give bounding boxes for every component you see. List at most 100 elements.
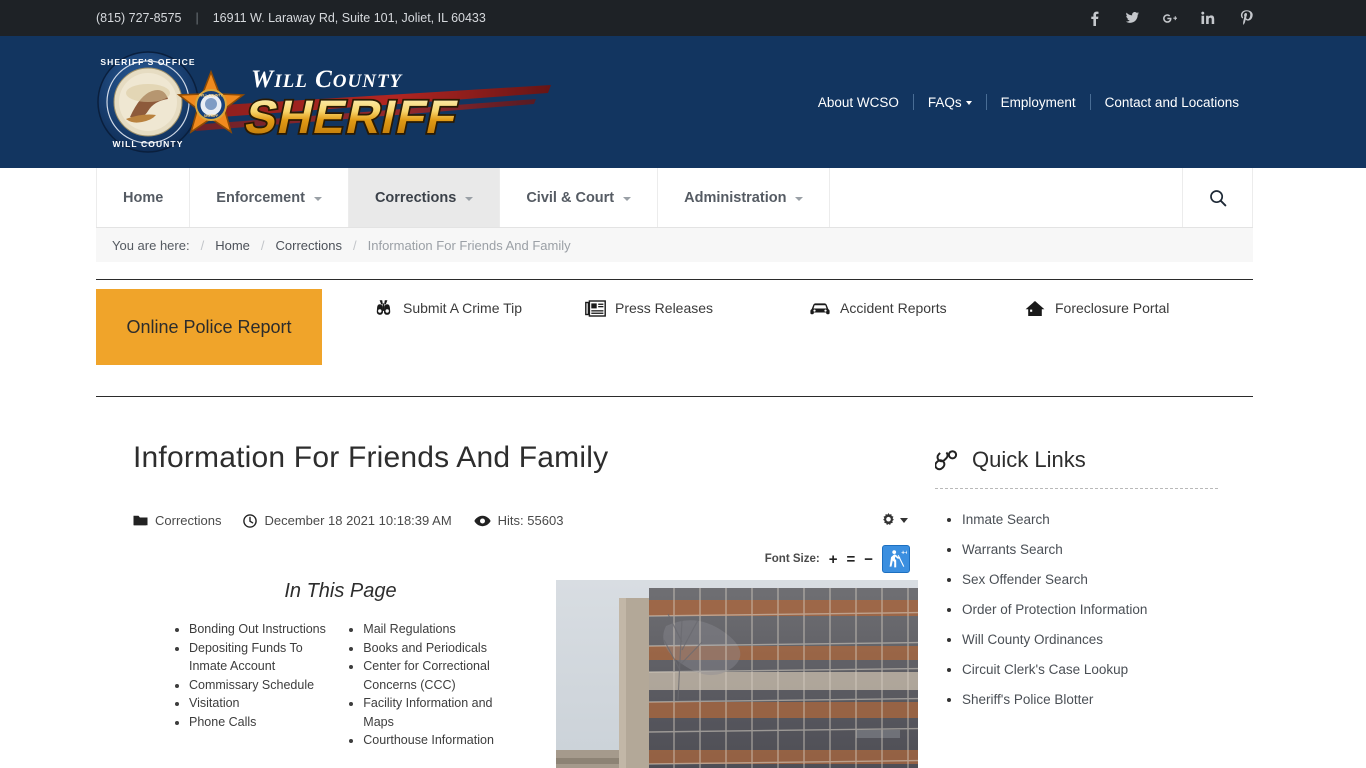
article-options-button[interactable] bbox=[881, 513, 908, 528]
svg-text:SHERIFF'S OFFICE: SHERIFF'S OFFICE bbox=[100, 57, 195, 67]
quick-link-will-county-ordinances[interactable]: Will County Ordinances bbox=[962, 632, 1103, 647]
quick-link-press-releases[interactable]: Press Releases bbox=[584, 298, 809, 318]
list-item[interactable]: Sex Offender Search bbox=[962, 565, 1218, 595]
in-page-link[interactable]: Books and Periodicals bbox=[363, 641, 487, 655]
nav-item-home[interactable]: Home bbox=[96, 168, 191, 227]
breadcrumb-slash: / bbox=[200, 237, 205, 253]
article-category: Corrections bbox=[133, 513, 221, 528]
accessibility-button[interactable]: ++ bbox=[882, 545, 910, 573]
nav-item-enforcement[interactable]: Enforcement bbox=[190, 168, 349, 227]
svg-text:SHERIFF: SHERIFF bbox=[204, 114, 219, 118]
content-area: Information For Friends And Family Corre… bbox=[0, 441, 1366, 768]
chevron-down-icon bbox=[465, 196, 474, 201]
article-category-label: Corrections bbox=[155, 513, 222, 528]
breadcrumb-label: You are here: bbox=[112, 237, 190, 253]
list-item[interactable]: Depositing Funds To Inmate Account bbox=[189, 639, 330, 676]
svg-text:WILL COUNTY: WILL COUNTY bbox=[199, 94, 223, 98]
nav-item-civil-and-court[interactable]: Civil & Court bbox=[500, 168, 659, 227]
article-hits-label: Hits: 55603 bbox=[497, 513, 564, 528]
in-this-page-column-2: Mail Regulations Books and Periodicals C… bbox=[330, 620, 525, 750]
in-page-link[interactable]: Visitation bbox=[189, 696, 240, 710]
googleplus-icon[interactable] bbox=[1163, 10, 1177, 26]
nav-item-administration[interactable]: Administration bbox=[658, 168, 831, 227]
font-increase-button[interactable]: + bbox=[829, 552, 838, 567]
link-chain-icon bbox=[935, 450, 958, 471]
quick-actions-bar: Online Police Report Submit A Crime Tip bbox=[96, 279, 1253, 397]
header-nav-faqs[interactable]: FAQs bbox=[914, 95, 986, 110]
quick-link-label: Foreclosure Portal bbox=[1055, 300, 1170, 316]
quick-actions-wrapper: Online Police Report Submit A Crime Tip bbox=[0, 279, 1366, 397]
list-item[interactable]: Mail Regulations bbox=[363, 620, 525, 639]
in-page-link[interactable]: Depositing Funds To Inmate Account bbox=[189, 641, 303, 674]
list-item[interactable]: Circuit Clerk's Case Lookup bbox=[962, 655, 1218, 685]
list-item[interactable]: Sheriff's Police Blotter bbox=[962, 685, 1218, 715]
article-meta: Corrections December 18 2021 10:18:39 AM… bbox=[133, 513, 918, 528]
font-reset-button[interactable]: = bbox=[846, 552, 855, 567]
list-item[interactable]: Order of Protection Information bbox=[962, 595, 1218, 625]
in-page-link[interactable]: Center for Correctional Concerns (CCC) bbox=[363, 659, 489, 692]
quick-link-order-of-protection-information[interactable]: Order of Protection Information bbox=[962, 602, 1147, 617]
quick-link-sheriffs-police-blotter[interactable]: Sheriff's Police Blotter bbox=[962, 692, 1093, 707]
quick-links-divider bbox=[935, 488, 1218, 489]
eye-icon bbox=[474, 515, 491, 526]
sheriff-logo-svg: SHERIFF'S OFFICE WILL COUNTY WILL COUNTY… bbox=[97, 51, 551, 153]
search-button[interactable] bbox=[1183, 168, 1253, 227]
header-nav-contact-and-locations[interactable]: Contact and Locations bbox=[1091, 95, 1253, 110]
facebook-icon[interactable] bbox=[1087, 10, 1101, 26]
in-page-link[interactable]: Phone Calls bbox=[189, 715, 256, 729]
svg-text:WILL COUNTY: WILL COUNTY bbox=[251, 66, 404, 93]
breadcrumb-item-corrections[interactable]: Corrections bbox=[276, 238, 342, 253]
list-item[interactable]: Courthouse Information bbox=[363, 731, 525, 750]
breadcrumb-item-home[interactable]: Home bbox=[215, 238, 250, 253]
linkedin-icon[interactable] bbox=[1201, 10, 1215, 26]
quick-link-accident-reports[interactable]: Accident Reports bbox=[809, 298, 1024, 318]
quick-link-foreclosure-portal[interactable]: Foreclosure Portal bbox=[1024, 298, 1169, 318]
header-nav-employment[interactable]: Employment bbox=[987, 95, 1090, 110]
chevron-down-icon bbox=[795, 196, 804, 201]
svg-text:++: ++ bbox=[901, 550, 907, 557]
sidebar: Quick Links Inmate Search Warrants Searc… bbox=[918, 441, 1218, 768]
detention-facility-photo bbox=[556, 580, 918, 768]
font-decrease-button[interactable]: − bbox=[864, 552, 873, 567]
page-title: Information For Friends And Family bbox=[133, 441, 609, 474]
in-page-link[interactable]: Courthouse Information bbox=[363, 733, 494, 747]
header-nav-label: Employment bbox=[1000, 94, 1076, 110]
in-page-link[interactable]: Commissary Schedule bbox=[189, 678, 314, 692]
list-item[interactable]: Warrants Search bbox=[962, 535, 1218, 565]
pinterest-icon[interactable] bbox=[1239, 10, 1253, 26]
in-this-page-heading: In This Page bbox=[284, 580, 397, 602]
quick-link-circuit-clerks-case-lookup[interactable]: Circuit Clerk's Case Lookup bbox=[962, 662, 1128, 677]
quick-link-submit-a-crime-tip[interactable]: Submit A Crime Tip bbox=[372, 298, 584, 318]
car-icon bbox=[809, 298, 831, 318]
list-item[interactable]: Commissary Schedule bbox=[189, 676, 330, 695]
breadcrumb-wrapper: You are here: / Home / Corrections / Inf… bbox=[0, 228, 1366, 262]
online-police-report-button[interactable]: Online Police Report bbox=[96, 289, 322, 365]
quick-link-inmate-search[interactable]: Inmate Search bbox=[962, 512, 1050, 527]
breadcrumb-current: Information For Friends And Family bbox=[367, 237, 571, 253]
in-page-link[interactable]: Bonding Out Instructions bbox=[189, 622, 326, 636]
list-item[interactable]: Facility Information and Maps bbox=[363, 694, 525, 731]
nav-item-label: Enforcement bbox=[216, 189, 305, 206]
nav-item-label: Civil & Court bbox=[526, 189, 615, 206]
header-utility-nav: About WCSO FAQs Employment Contact and L… bbox=[804, 94, 1253, 110]
twitter-icon[interactable] bbox=[1125, 10, 1139, 26]
breadcrumb: You are here: / Home / Corrections / Inf… bbox=[96, 228, 1253, 262]
list-item[interactable]: Books and Periodicals bbox=[363, 639, 525, 658]
list-item[interactable]: Inmate Search bbox=[962, 505, 1218, 535]
quick-link-sex-offender-search[interactable]: Sex Offender Search bbox=[962, 572, 1088, 587]
nav-item-corrections[interactable]: Corrections bbox=[348, 168, 501, 227]
font-size-label: Font Size: bbox=[764, 553, 820, 565]
header-nav-about-wcso[interactable]: About WCSO bbox=[804, 95, 913, 110]
phone-number[interactable]: (815) 727-8575 bbox=[96, 11, 181, 25]
list-item[interactable]: Bonding Out Instructions bbox=[189, 620, 330, 639]
list-item[interactable]: Visitation bbox=[189, 694, 330, 713]
in-page-link[interactable]: Facility Information and Maps bbox=[363, 696, 492, 729]
chevron-down-icon bbox=[623, 196, 632, 201]
in-page-link[interactable]: Mail Regulations bbox=[363, 622, 455, 636]
quick-link-warrants-search[interactable]: Warrants Search bbox=[962, 542, 1063, 557]
list-item[interactable]: Center for Correctional Concerns (CCC) bbox=[363, 657, 525, 694]
nav-item-label: Home bbox=[123, 189, 164, 206]
list-item[interactable]: Will County Ordinances bbox=[962, 625, 1218, 655]
site-logo[interactable]: SHERIFF'S OFFICE WILL COUNTY WILL COUNTY… bbox=[96, 47, 566, 157]
list-item[interactable]: Phone Calls bbox=[189, 713, 330, 732]
